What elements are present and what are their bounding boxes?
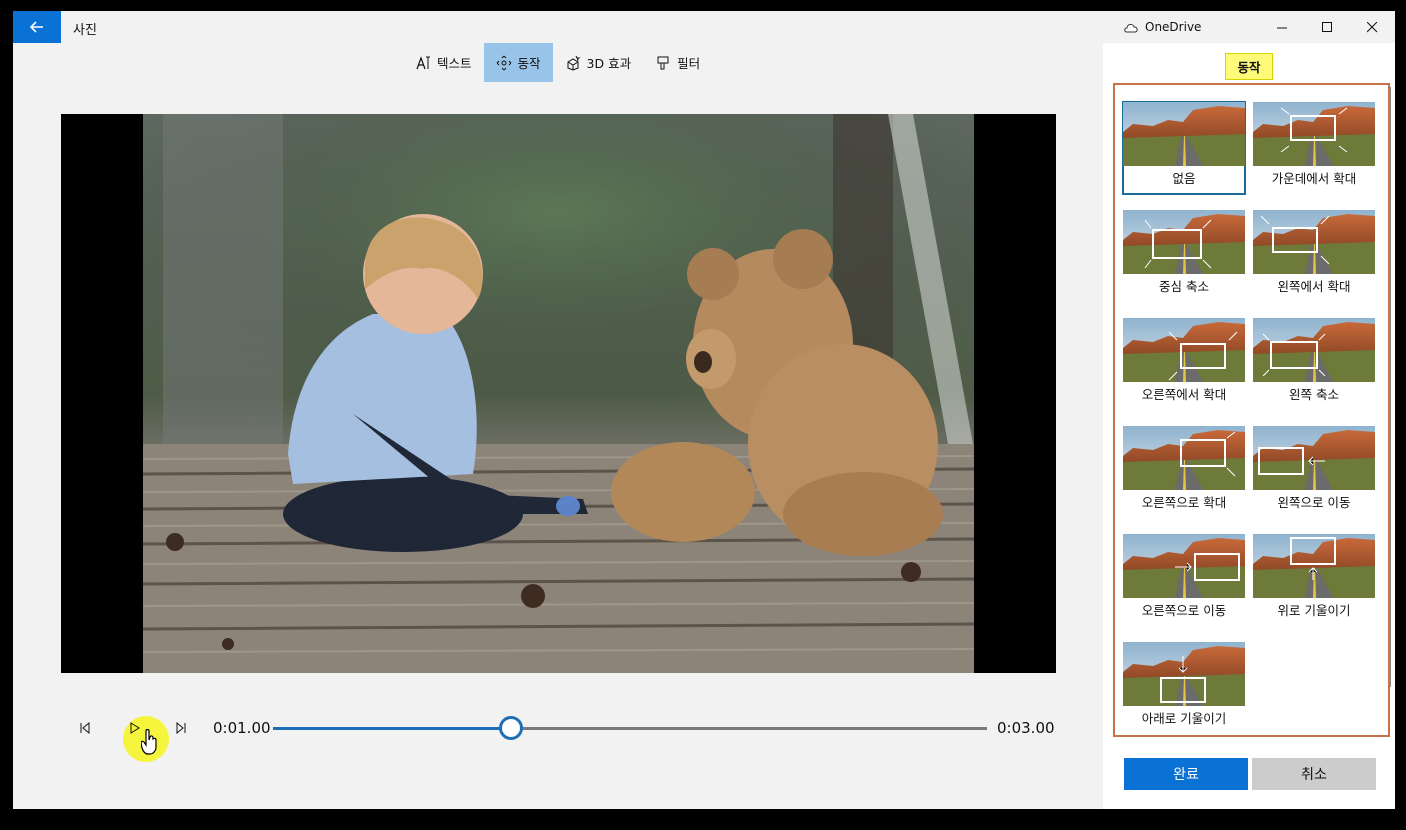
next-frame-icon	[176, 722, 186, 734]
motion-option[interactable]: 왼쪽에서 확대	[1253, 210, 1375, 302]
cloud-icon	[1124, 23, 1138, 32]
filter-icon	[657, 56, 669, 69]
motion-label: 위로 기울이기	[1277, 603, 1351, 618]
motion-option[interactable]: 왼쪽으로 이동	[1253, 426, 1375, 518]
previous-frame-button[interactable]	[73, 716, 97, 740]
tab-text-label: 텍스트	[437, 56, 472, 71]
motion-thumbnail	[1253, 210, 1375, 274]
video-preview[interactable]	[61, 114, 1056, 673]
motion-thumbnail	[1123, 102, 1245, 166]
motion-label: 오른쪽에서 확대	[1141, 387, 1227, 402]
done-button[interactable]: 완료	[1124, 758, 1248, 790]
motion-option[interactable]: 위로 기울이기	[1253, 534, 1375, 626]
tab-filter-label: 필터	[677, 56, 701, 71]
motion-option[interactable]: 왼쪽 축소	[1253, 318, 1375, 410]
tab-3d-effects-label: 3D 효과	[586, 56, 632, 71]
motion-thumbnail	[1123, 426, 1245, 490]
motion-panel: 동작 없음 가운데에서 확대중심 축소 왼쪽에서 확대오른쪽에서 확대 왼쪽 축소오른…	[1103, 43, 1395, 809]
panel-scrollbar[interactable]	[1389, 87, 1391, 687]
motion-label: 가운데에서 확대	[1271, 171, 1357, 186]
motion-label: 왼쪽에서 확대	[1277, 279, 1351, 294]
motion-label: 중심 축소	[1159, 279, 1209, 294]
motion-option[interactable]: 가운데에서 확대	[1253, 102, 1375, 194]
total-time: 0:03.00	[997, 719, 1055, 737]
baby-teddy-bear-image	[143, 114, 974, 673]
onedrive-status[interactable]: OneDrive	[1123, 20, 1201, 34]
tab-3d-effects[interactable]: 3D 효과	[553, 43, 644, 82]
maximize-icon	[1321, 21, 1332, 32]
panel-title: 동작	[1225, 53, 1273, 80]
motion-option[interactable]: 오른쪽으로 확대	[1123, 426, 1245, 518]
hand-cursor-icon	[141, 729, 157, 755]
motion-label: 왼쪽으로 이동	[1277, 495, 1351, 510]
motion-option[interactable]: 중심 축소	[1123, 210, 1245, 302]
close-button[interactable]	[1349, 11, 1395, 43]
motion-thumbnail	[1123, 210, 1245, 274]
minimize-button[interactable]	[1259, 11, 1305, 43]
motion-label: 오른쪽으로 확대	[1141, 495, 1227, 510]
motion-icon	[496, 55, 511, 70]
tab-text[interactable]: 텍스트	[403, 43, 484, 82]
close-icon	[1366, 21, 1377, 32]
tab-motion-label: 동작	[517, 56, 541, 71]
tab-motion[interactable]: 동작	[483, 43, 553, 82]
motion-thumbnail	[1123, 642, 1245, 706]
tab-filter[interactable]: 필터	[643, 43, 712, 82]
edit-toolbar: 텍스트 동작 3D 효과 필터	[403, 43, 712, 82]
motion-thumbnail	[1123, 318, 1245, 382]
motion-label: 오른쪽으로 이동	[1141, 603, 1227, 618]
next-frame-button[interactable]	[169, 716, 193, 740]
motion-thumbnail	[1253, 426, 1375, 490]
motion-option[interactable]: 없음	[1122, 101, 1246, 195]
motion-option[interactable]: 아래로 기울이기	[1123, 642, 1245, 734]
onedrive-label: OneDrive	[1145, 20, 1202, 34]
timeline-progress	[273, 727, 511, 730]
back-arrow-icon	[30, 21, 43, 33]
motion-option[interactable]: 오른쪽에서 확대	[1123, 318, 1245, 410]
current-time: 0:01.00	[213, 719, 271, 737]
motion-label: 없음	[1172, 171, 1196, 186]
motion-label: 왼쪽 축소	[1289, 387, 1339, 402]
photos-window: 사진 OneDrive 텍스트 동작 3D 효과 필터 0:01.00 0:03…	[13, 11, 1395, 809]
motion-thumbnail	[1253, 318, 1375, 382]
app-title: 사진	[73, 23, 97, 38]
motion-thumbnail	[1253, 534, 1375, 598]
motion-thumbnail	[1123, 534, 1245, 598]
minimize-icon	[1276, 27, 1287, 28]
back-button[interactable]	[13, 11, 61, 43]
motion-label: 아래로 기울이기	[1141, 711, 1227, 726]
cancel-button[interactable]: 취소	[1252, 758, 1376, 790]
play-icon	[130, 722, 140, 734]
timeline-thumb[interactable]	[498, 716, 523, 740]
maximize-button[interactable]	[1304, 11, 1350, 43]
3d-effects-icon	[567, 55, 581, 71]
motion-option[interactable]: 오른쪽으로 이동	[1123, 534, 1245, 626]
timeline-scrubber[interactable]	[273, 716, 987, 740]
text-icon	[416, 55, 430, 69]
preview-photo	[143, 114, 974, 673]
motion-thumbnail	[1253, 102, 1375, 166]
previous-frame-icon	[80, 722, 90, 734]
